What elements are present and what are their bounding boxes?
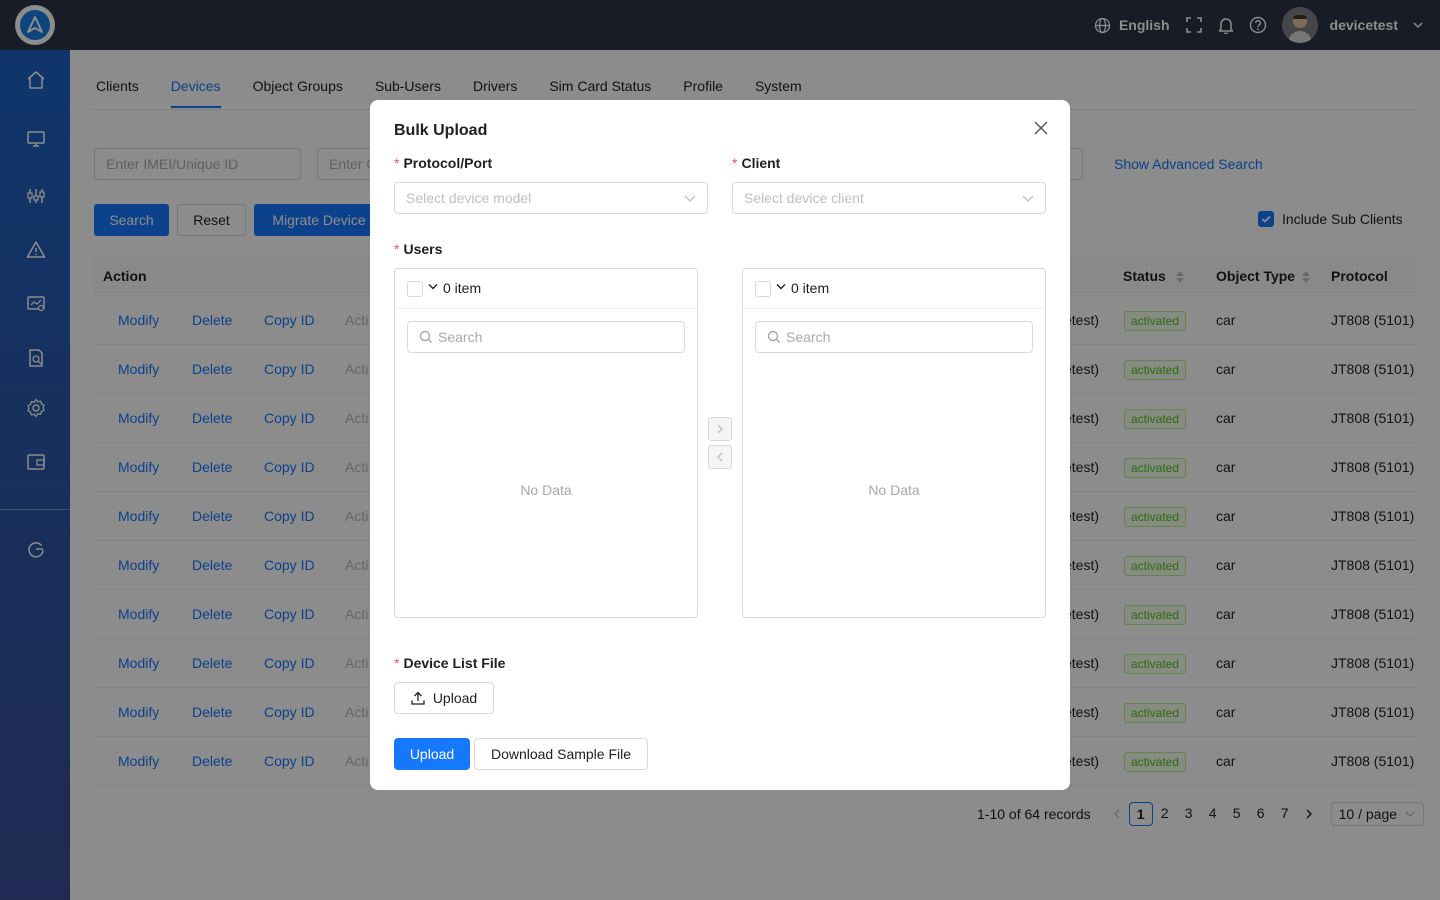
chevron-down-icon: [684, 195, 696, 202]
users-label-text: Users: [403, 241, 443, 257]
chevron-left-icon: [717, 452, 723, 462]
chevron-down-icon[interactable]: [428, 283, 438, 291]
protocol-select[interactable]: Select device model: [394, 182, 708, 214]
close-icon[interactable]: [1032, 119, 1050, 137]
transfer-target-list: 0 item Search No Data: [742, 268, 1046, 618]
select-file-label: Upload: [432, 690, 478, 706]
upload-submit-button[interactable]: Upload: [394, 738, 470, 770]
client-label: * Client: [732, 155, 780, 171]
bulk-upload-modal: Bulk Upload * Protocol/Port Select device…: [370, 100, 1070, 790]
move-right-button[interactable]: [708, 417, 732, 441]
transfer-source-count: 0 item: [443, 280, 482, 296]
modal-title: Bulk Upload: [394, 122, 488, 139]
empty-state: No Data: [520, 482, 572, 498]
move-left-button[interactable]: [708, 445, 732, 469]
required-mark: *: [394, 155, 400, 171]
transfer-source-search[interactable]: Search: [407, 321, 685, 353]
chevron-right-icon: [717, 424, 723, 434]
chevron-down-icon: [1022, 195, 1034, 202]
device-list-file-label-text: Device List File: [403, 655, 506, 671]
transfer-target-search[interactable]: Search: [755, 321, 1033, 353]
select-file-button[interactable]: Upload: [394, 682, 494, 714]
search-icon: [767, 330, 780, 343]
users-label: * Users: [394, 241, 442, 257]
device-list-file-label: * Device List File: [394, 655, 505, 671]
transfer-target-count: 0 item: [791, 280, 830, 296]
search-placeholder: Search: [438, 329, 483, 345]
client-select[interactable]: Select device client: [732, 182, 1046, 214]
select-all-checkbox[interactable]: [407, 281, 423, 297]
client-label-text: Client: [741, 155, 781, 171]
transfer-source-list: 0 item Search No Data: [394, 268, 698, 618]
required-mark: *: [732, 155, 738, 171]
upload-icon: [411, 691, 425, 705]
empty-state: No Data: [868, 482, 920, 498]
search-icon: [419, 330, 432, 343]
select-all-checkbox[interactable]: [755, 281, 771, 297]
protocol-label: * Protocol/Port: [394, 155, 492, 171]
transfer-source-header: 0 item: [395, 269, 697, 309]
required-mark: *: [394, 241, 400, 257]
transfer-target-header: 0 item: [743, 269, 1045, 309]
protocol-label-text: Protocol/Port: [403, 155, 493, 171]
chevron-down-icon[interactable]: [776, 283, 786, 291]
protocol-select-placeholder: Select device model: [406, 190, 532, 206]
client-select-placeholder: Select device client: [744, 190, 864, 206]
required-mark: *: [394, 655, 400, 671]
search-placeholder: Search: [786, 329, 831, 345]
download-sample-file-button[interactable]: Download Sample File: [474, 738, 648, 770]
